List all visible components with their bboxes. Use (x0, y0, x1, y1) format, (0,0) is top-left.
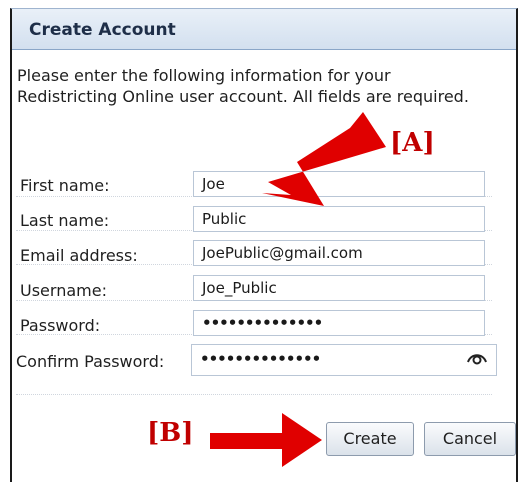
annotation-arrows (210, 112, 386, 467)
annotation-arrow-a (262, 112, 386, 206)
annotation-arrow-b (210, 413, 322, 467)
